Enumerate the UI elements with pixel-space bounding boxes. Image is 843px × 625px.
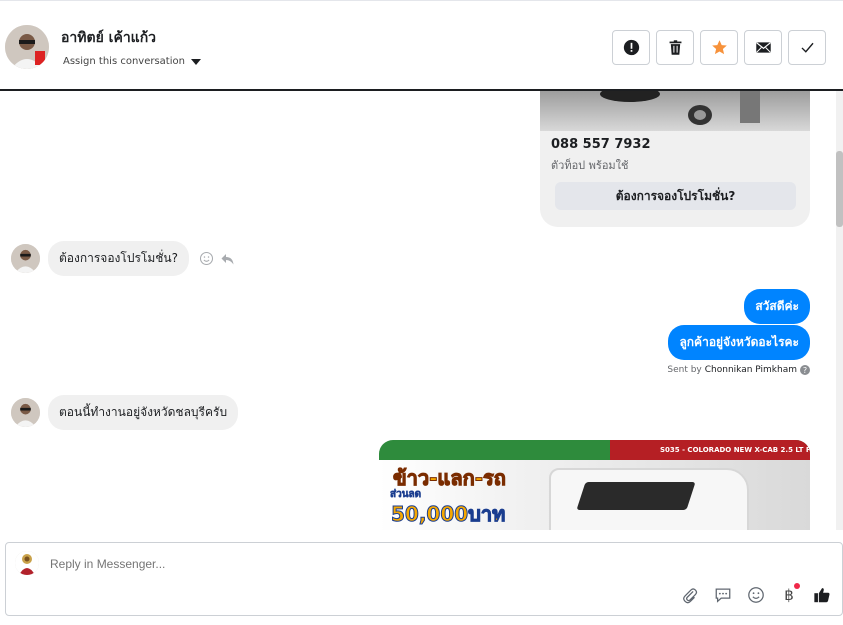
banner-discount-amount: 50,000บาท bbox=[390, 502, 506, 527]
incoming-message[interactable]: ตอนนี้ทำงานอยู่จังหวัดชลบุรีครับ bbox=[48, 395, 239, 430]
trash-icon bbox=[669, 40, 681, 55]
conversation-actions bbox=[612, 30, 826, 65]
chevron-down-icon bbox=[190, 58, 201, 65]
emoji-button[interactable] bbox=[746, 585, 766, 605]
page-avatar bbox=[15, 551, 39, 575]
truck-image bbox=[549, 468, 749, 530]
emoji-icon bbox=[748, 587, 764, 603]
mark-unread-button[interactable] bbox=[744, 30, 782, 65]
promo-card: 088 557 7932 ตัวท็อป พร้อมใช้ ต้องการจอง… bbox=[540, 91, 810, 227]
incoming-message[interactable]: ต้องการจองโปรโมชั่น? bbox=[48, 241, 189, 276]
star-icon bbox=[711, 40, 727, 55]
composer-toolbar: ฿ bbox=[680, 583, 832, 605]
contact-avatar bbox=[11, 244, 40, 273]
contact-name[interactable]: อาทิตย์ เค้าแก้ว bbox=[61, 27, 156, 49]
quick-reply-icon bbox=[715, 588, 731, 603]
exclamation-icon bbox=[623, 39, 639, 56]
assign-label: Assign this conversation bbox=[63, 56, 185, 67]
card-cta-button[interactable]: ต้องการจองโปรโมชั่น? bbox=[555, 182, 796, 210]
contact-avatar[interactable] bbox=[5, 25, 49, 69]
incoming-message-row: ต้องการจองโปรโมชั่น? bbox=[11, 241, 235, 276]
scrollbar-thumb[interactable] bbox=[836, 151, 843, 227]
saved-replies-button[interactable] bbox=[713, 585, 733, 605]
check-icon bbox=[800, 42, 814, 53]
card-photo bbox=[540, 91, 810, 131]
card-phone: 088 557 7932 bbox=[551, 137, 651, 152]
payment-button[interactable]: ฿ bbox=[779, 583, 800, 605]
incoming-message-row: ตอนนี้ทำงานอยู่จังหวัดชลบุรีครับ bbox=[11, 395, 239, 430]
emoji-reaction-icon[interactable] bbox=[199, 251, 214, 266]
message-actions bbox=[199, 251, 235, 266]
like-button[interactable] bbox=[812, 585, 832, 605]
sent-by-info: Sent by Chonnikan Pimkham ? bbox=[667, 365, 810, 375]
attach-button[interactable] bbox=[680, 585, 700, 605]
mark-done-button[interactable] bbox=[788, 30, 826, 65]
reply-composer: ฿ bbox=[5, 542, 843, 616]
assign-conversation-dropdown[interactable]: Assign this conversation bbox=[63, 56, 201, 67]
card-subtitle: ตัวท็อป พร้อมใช้ bbox=[551, 159, 629, 172]
sent-by-prefix: Sent by bbox=[667, 365, 702, 375]
contact-avatar bbox=[11, 398, 40, 427]
message-thread[interactable]: 088 557 7932 ตัวท็อป พร้อมใช้ ต้องการจอง… bbox=[0, 91, 843, 530]
conversation-header: อาทิตย์ เค้าแก้ว Assign this conversatio… bbox=[0, 0, 843, 91]
paperclip-icon bbox=[683, 588, 698, 604]
delete-button[interactable] bbox=[656, 30, 694, 65]
promo-banner-image[interactable]: S035 - COLORADO NEW X-CAB 2.5 LT FGT (MY… bbox=[379, 440, 810, 530]
baht-icon: ฿ bbox=[784, 586, 794, 604]
reply-input[interactable] bbox=[50, 557, 205, 571]
notification-dot bbox=[794, 583, 800, 589]
sender-name: Chonnikan Pimkham bbox=[704, 365, 797, 375]
outgoing-message[interactable]: ลูกค้าอยู่จังหวัดอะไรคะ bbox=[668, 325, 810, 360]
envelope-icon bbox=[755, 42, 771, 53]
reply-icon[interactable] bbox=[220, 251, 235, 266]
outgoing-message[interactable]: สวัสดีค่ะ bbox=[744, 289, 810, 324]
banner-model-strip: S035 - COLORADO NEW X-CAB 2.5 LT FGT (MY… bbox=[610, 440, 810, 460]
help-icon[interactable]: ? bbox=[800, 365, 810, 375]
star-button[interactable] bbox=[700, 30, 738, 65]
thumbs-up-icon bbox=[814, 588, 830, 603]
mark-spam-button[interactable] bbox=[612, 30, 650, 65]
